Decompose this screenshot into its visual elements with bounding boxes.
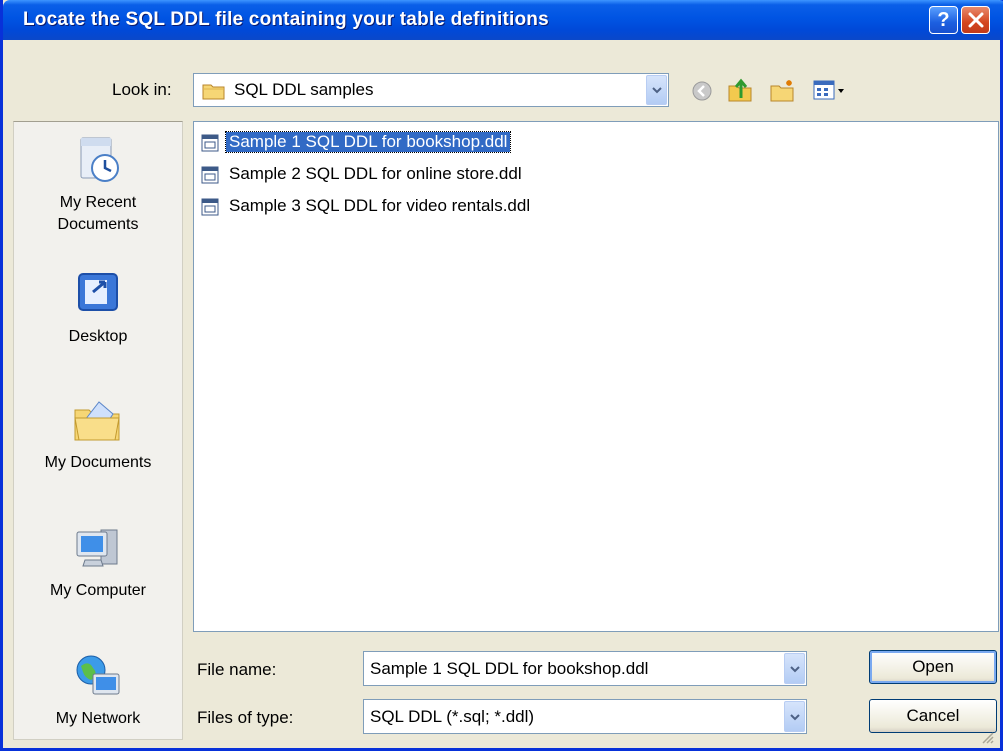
place-label: My Computer (49, 582, 147, 599)
file-name-input[interactable]: Sample 1 SQL DDL for bookshop.ddl (363, 651, 807, 686)
folder-icon (202, 84, 225, 100)
recent-documents-icon (80, 137, 119, 182)
dialog-title: Locate the SQL DDL file containing your … (23, 9, 549, 30)
file-list[interactable]: Sample 1 SQL DDL for bookshop.ddl Sample… (193, 121, 999, 632)
look-in-label: Look in: (112, 80, 172, 99)
place-my-recent-documents[interactable]: My Recent Documents (14, 134, 182, 236)
views-menu-icon (813, 80, 844, 100)
ddl-file-icon (201, 166, 219, 184)
places-bar: My Recent Documents Desktop My Documents (13, 121, 183, 740)
place-label: My Documents (44, 454, 152, 471)
help-button[interactable]: ? (929, 6, 958, 34)
file-name-label: File name: (197, 660, 277, 679)
file-name-value: Sample 1 SQL DDL for bookshop.ddl (370, 659, 649, 678)
file-name: Sample 2 SQL DDL for online store.ddl (229, 164, 522, 183)
place-desktop[interactable]: Desktop (14, 268, 182, 348)
place-my-computer[interactable]: My Computer (14, 522, 182, 602)
close-icon (968, 12, 983, 28)
look-in-dropdown[interactable]: SQL DDL samples (193, 73, 669, 107)
place-label: Desktop (68, 328, 128, 345)
back-icon[interactable] (691, 80, 713, 102)
cancel-button[interactable]: Cancel (869, 699, 997, 733)
file-type-dropdown[interactable]: SQL DDL (*.sql; *.ddl) (363, 699, 807, 734)
chevron-down-icon[interactable] (784, 701, 805, 732)
my-documents-icon (74, 401, 120, 441)
open-button[interactable]: Open (869, 650, 997, 684)
my-computer-icon (76, 529, 118, 567)
chevron-down-icon[interactable] (646, 75, 667, 105)
file-type-value: SQL DDL (*.sql; *.ddl) (370, 707, 535, 726)
place-label: My Recent Documents (57, 194, 139, 233)
file-name: Sample 3 SQL DDL for video rentals.ddl (229, 196, 531, 215)
ddl-file-icon (201, 198, 219, 216)
new-folder-icon[interactable] (769, 78, 797, 104)
chevron-down-icon[interactable] (784, 653, 805, 684)
place-my-documents[interactable]: My Documents (14, 394, 182, 474)
look-in-value: SQL DDL samples (234, 80, 374, 99)
up-folder-icon[interactable] (727, 76, 755, 104)
title-bar[interactable]: Locate the SQL DDL file containing your … (3, 0, 1003, 40)
desktop-icon (78, 273, 118, 311)
my-network-icon (76, 655, 120, 695)
place-label: My Network (55, 710, 141, 727)
file-type-label: Files of type: (197, 708, 294, 727)
views-menu-button[interactable] (813, 79, 849, 103)
resize-grip-icon[interactable] (980, 730, 994, 744)
place-my-network[interactable]: My Network (14, 650, 182, 730)
ddl-file-icon (201, 134, 219, 152)
close-button[interactable] (961, 6, 990, 34)
file-open-dialog: Locate the SQL DDL file containing your … (0, 0, 1003, 751)
file-name: Sample 1 SQL DDL for bookshop.ddl (224, 131, 512, 153)
